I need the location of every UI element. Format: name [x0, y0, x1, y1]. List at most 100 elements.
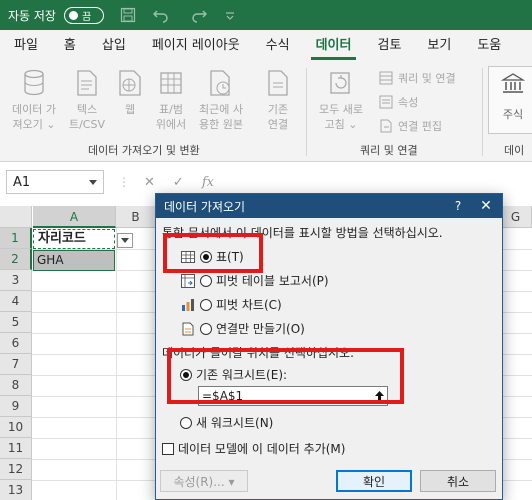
properties-icon	[378, 94, 394, 110]
row-header-2[interactable]: 2	[0, 249, 32, 270]
web-icon	[117, 68, 143, 98]
option-pivot-table-row[interactable]: 피벗 테이블 보고서(P)	[180, 272, 329, 289]
cancel-entry-icon[interactable]: ✕	[144, 175, 155, 190]
autosave-toggle[interactable]: 끔	[63, 6, 104, 24]
select-all-corner[interactable]	[0, 206, 32, 228]
tab-view[interactable]: 보기	[414, 30, 464, 62]
pivot-table-radio[interactable]	[200, 274, 212, 287]
row-header-5[interactable]: 5	[0, 312, 32, 333]
refresh-all-button[interactable]: 모두 새로 고침 ⌄	[312, 68, 370, 132]
cell-a2[interactable]: GHA	[33, 250, 115, 271]
tab-page-layout[interactable]: 페이지 레이아웃	[139, 30, 253, 62]
column-header-b[interactable]: B	[116, 206, 156, 228]
import-data-dialog: 데이터 가져오기 ? ✕ 통합 문서에서 이 데이터를 표시할 방법을 선택하십…	[155, 193, 503, 500]
confirm-entry-icon[interactable]: ✓	[173, 175, 184, 190]
pivot-chart-icon	[180, 297, 196, 313]
option-pivot-chart-row[interactable]: 피벗 차트(C)	[180, 296, 282, 313]
column-header-g[interactable]: G	[500, 206, 532, 228]
tab-home[interactable]: 홈	[51, 30, 89, 62]
redo-icon[interactable]	[188, 7, 208, 23]
tab-insert[interactable]: 삽입	[89, 30, 139, 62]
existing-sheet-radio[interactable]	[180, 368, 192, 381]
add-data-model-row[interactable]: 데이터 모델에 이 데이터 추가(M)	[162, 440, 345, 457]
pivot-chart-radio[interactable]	[200, 298, 212, 311]
existing-connections-label-1: 기존	[267, 103, 289, 116]
option-table-row[interactable]: 표(T)	[180, 248, 244, 265]
tab-file[interactable]: 파일	[14, 30, 51, 62]
dialog-title: 데이터 가져오기	[164, 199, 246, 214]
table-range-icon	[158, 68, 184, 98]
location-reference-input[interactable]: =$A$1	[198, 386, 388, 406]
column-header-a[interactable]: A	[33, 206, 116, 228]
row-header-1[interactable]: 1	[0, 228, 32, 249]
help-button[interactable]: ?	[446, 199, 470, 213]
refresh-all-label-2: 고침 ⌄	[324, 118, 358, 131]
name-box[interactable]: A1	[6, 170, 104, 194]
option-connection-only-row[interactable]: 연결만 만들기(O)	[180, 320, 305, 337]
chevron-down-icon	[89, 175, 97, 190]
row-header-9[interactable]: 9	[0, 396, 32, 417]
toggle-knob	[68, 10, 78, 20]
autosave-label: 자동 저장	[8, 8, 56, 23]
from-web-button[interactable]: 웹	[112, 68, 148, 117]
save-icon[interactable]	[120, 7, 136, 23]
group-label-get-transform: 데이터 가져오기 및 변환	[88, 144, 200, 157]
refresh-all-label-1: 모두 새로	[319, 103, 363, 116]
tab-formulas[interactable]: 수식	[253, 30, 303, 62]
tab-help[interactable]: 도움	[464, 30, 514, 62]
recent-sources-label-2: 용한 원본	[199, 118, 243, 131]
row-header-4[interactable]: 4	[0, 291, 32, 312]
cell-a1[interactable]: 자리코드	[33, 229, 115, 249]
ok-button[interactable]: 확인	[336, 470, 412, 492]
collapse-dialog-icon[interactable]	[372, 387, 387, 405]
location-prompt: 데이터가 들어갈 위치를 선택하십시오.	[162, 346, 354, 360]
table-range-label-1: 표/범	[159, 103, 183, 116]
row-header-8[interactable]: 8	[0, 375, 32, 396]
undo-icon[interactable]	[152, 7, 172, 23]
cancel-button[interactable]: 취소	[420, 470, 496, 492]
table-radio[interactable]	[200, 250, 212, 263]
new-sheet-option-label: 새 워크시트(N)	[196, 416, 274, 430]
connection-only-radio[interactable]	[200, 322, 212, 335]
row-header-12[interactable]: 12	[0, 459, 32, 480]
customize-quick-access-icon[interactable]	[224, 9, 236, 21]
edit-links-button[interactable]: 연결 편집	[378, 118, 442, 134]
existing-connections-button[interactable]: 기존 연결	[258, 68, 298, 132]
existing-connections-icon	[265, 68, 291, 98]
tab-review[interactable]: 검토	[364, 30, 414, 62]
refresh-icon	[328, 68, 354, 98]
add-data-model-label: 데이터 모델에 이 데이터 추가(M)	[178, 442, 346, 456]
row-header-10[interactable]: 10	[0, 417, 32, 438]
name-box-value: A1	[13, 174, 31, 190]
new-sheet-radio[interactable]	[180, 416, 192, 429]
row-header-3[interactable]: 3	[0, 270, 32, 291]
tab-data[interactable]: 데이터	[303, 30, 365, 62]
properties-ribbon-button[interactable]: 속성	[378, 94, 418, 110]
excel-window: 자동 저장 끔 파일 홈 삽입 페이지 레이아웃 수식 데이터 검토 보기 도움	[0, 0, 532, 500]
option-new-sheet-row[interactable]: 새 워크시트(N)	[180, 414, 273, 431]
ribbon-tabs: 파일 홈 삽입 페이지 레이아웃 수식 데이터 검토 보기 도움	[0, 30, 532, 62]
connection-only-option-label: 연결만 만들기(O)	[216, 322, 305, 336]
insert-function-icon[interactable]: fx	[202, 175, 214, 190]
from-table-range-button[interactable]: 표/범 위에서	[150, 68, 192, 132]
option-existing-sheet-row[interactable]: 기존 워크시트(E):	[180, 366, 287, 383]
filter-dropdown-button[interactable]	[117, 233, 133, 248]
get-data-button[interactable]: 데이터 가 져오기 ⌄	[4, 68, 64, 132]
stocks-button[interactable]: 주식	[488, 66, 532, 134]
from-text-csv-button[interactable]: 텍스 트/CSV	[64, 68, 110, 132]
row-header-6[interactable]: 6	[0, 333, 32, 354]
row-header-7[interactable]: 7	[0, 354, 32, 375]
existing-connections-label-2: 연결	[267, 118, 289, 131]
ribbon: 데이터 가 져오기 ⌄ 텍스 트/CSV 웹 표/범 위에서 최근에 사 용한 …	[0, 62, 532, 162]
queries-connections-button[interactable]: 쿼리 및 연결	[378, 70, 456, 86]
row-header-13[interactable]: 13	[0, 480, 32, 500]
get-data-label-2: 져오기 ⌄	[12, 118, 56, 131]
recent-sources-button[interactable]: 최근에 사 용한 원본	[192, 68, 250, 132]
existing-sheet-option-label: 기존 워크시트(E):	[196, 368, 288, 382]
row-header-11[interactable]: 11	[0, 438, 32, 459]
add-data-model-checkbox[interactable]	[162, 442, 174, 455]
text-csv-label-2: 트/CSV	[68, 118, 105, 131]
properties-button[interactable]: 속성(R)... ▾	[160, 470, 248, 492]
close-button[interactable]: ✕	[470, 198, 502, 214]
text-file-icon	[74, 68, 100, 98]
